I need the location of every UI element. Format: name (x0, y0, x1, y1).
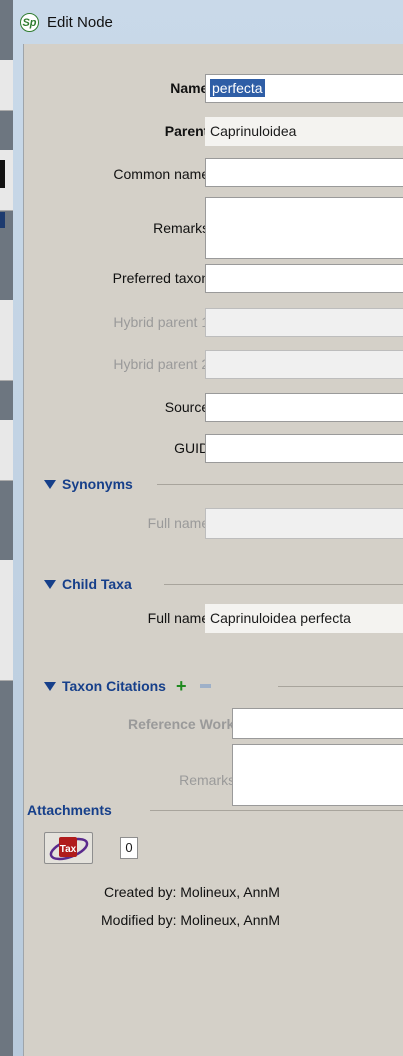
modified-by-row: Modified by: Molineux, AnnM (101, 912, 280, 928)
created-by-row: Created by: Molineux, AnnM (104, 884, 280, 900)
synonyms-full-name-field (205, 508, 403, 539)
guid-field[interactable] (205, 434, 403, 463)
specify-app-icon: Sp (20, 13, 39, 32)
source-field[interactable] (205, 393, 403, 422)
hybrid-parent-1-label: Hybrid parent 1: (113, 314, 213, 330)
form-panel: Name: perfecta Parent: Caprinuloidea Com… (23, 44, 403, 1056)
section-divider (150, 810, 403, 811)
reference-work-label: Reference Work: (127, 716, 239, 732)
synonyms-section-header[interactable]: Synonyms (44, 474, 133, 494)
child-taxa-title: Child Taxa (62, 576, 132, 592)
preferred-taxon-field[interactable] (205, 264, 403, 293)
hybrid-parent-2-field (205, 350, 403, 379)
collapse-triangle-icon (44, 579, 56, 589)
background-window-edge (0, 0, 13, 1056)
name-value: perfecta (210, 79, 265, 97)
window-title: Edit Node (47, 14, 113, 31)
section-divider (157, 484, 403, 485)
parent-field[interactable]: Caprinuloidea (205, 117, 403, 146)
tax-attachment-icon: Tax (49, 837, 89, 861)
child-taxa-section-header[interactable]: Child Taxa (44, 574, 132, 594)
attachments-title: Attachments (27, 802, 112, 818)
background-panel (0, 60, 13, 111)
name-field[interactable]: perfecta (205, 74, 403, 103)
taxon-citations-title: Taxon Citations (62, 678, 166, 694)
created-by-value: Molineux, AnnM (180, 884, 280, 900)
edit-node-dialog: Sp Edit Node Name: perfecta Parent: Capr… (13, 0, 403, 1056)
attachments-button[interactable]: Tax (44, 832, 93, 864)
attachments-count: 0 (120, 837, 138, 859)
remarks-textarea[interactable] (205, 197, 403, 259)
background-mark (0, 160, 5, 188)
background-panel (0, 300, 13, 381)
common-name-field[interactable] (205, 158, 403, 187)
collapse-triangle-icon (44, 479, 56, 489)
section-divider (278, 686, 403, 687)
taxon-citations-section-header[interactable]: Taxon Citations + (44, 676, 212, 697)
reference-work-field[interactable] (232, 708, 403, 739)
title-bar[interactable]: Sp Edit Node (13, 0, 403, 44)
remove-citation-icon[interactable] (200, 684, 212, 688)
collapse-triangle-icon (44, 681, 56, 691)
common-name-label: Common name: (113, 166, 213, 182)
hybrid-parent-2-label: Hybrid parent 2: (113, 356, 213, 372)
add-citation-icon[interactable]: + (176, 676, 187, 697)
tax-icon-text: Tax (60, 844, 77, 855)
section-divider (164, 584, 403, 585)
hybrid-parent-1-field (205, 308, 403, 337)
remarks-label: Remarks: (153, 220, 213, 236)
child-taxa-full-name-label: Full name: (147, 610, 213, 626)
modified-by-label: Modified by: (101, 912, 177, 928)
attachments-section-header: Attachments (27, 800, 112, 820)
background-mark (0, 212, 5, 228)
created-by-label: Created by: (104, 884, 177, 900)
synonyms-title: Synonyms (62, 476, 133, 492)
citation-remarks-textarea[interactable] (232, 744, 403, 806)
modified-by-value: Molineux, AnnM (180, 912, 280, 928)
background-panel (0, 560, 13, 681)
citation-remarks-label: Remarks: (179, 772, 239, 788)
preferred-taxon-label: Preferred taxon: (112, 270, 213, 286)
child-taxa-full-name-value[interactable]: Caprinuloidea perfecta (205, 604, 403, 633)
synonyms-full-name-label: Full name: (147, 515, 213, 531)
background-panel (0, 420, 13, 481)
